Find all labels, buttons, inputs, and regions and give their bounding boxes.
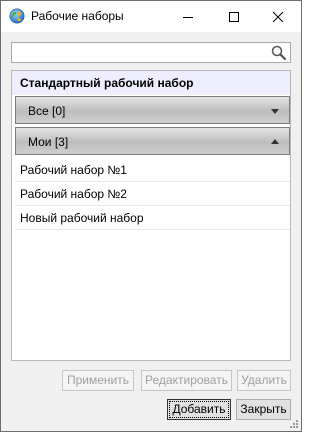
list-item[interactable]: Новый рабочий набор	[15, 206, 290, 230]
group-header-all[interactable]: Все [0]	[15, 96, 290, 124]
group-label-all: Все [0]	[28, 104, 66, 118]
apply-button[interactable]: Применить	[62, 370, 134, 391]
list-item-label: Рабочий набор №1	[20, 163, 127, 177]
edit-button[interactable]: Редактировать	[141, 370, 232, 391]
window-title: Рабочие наборы	[31, 9, 124, 23]
minimize-icon	[183, 16, 193, 18]
search-icon[interactable]	[270, 44, 288, 61]
standard-workset-row[interactable]: Стандартный рабочий набор	[12, 71, 290, 95]
standard-workset-label: Стандартный рабочий набор	[20, 76, 194, 90]
close-icon	[272, 11, 284, 22]
workset-list: Стандартный рабочий набор Все [0] Мои [3…	[11, 70, 291, 361]
list-item-label: Новый рабочий набор	[20, 211, 144, 225]
maximize-icon	[229, 11, 239, 22]
group-label-mine: Мои [3]	[28, 135, 69, 149]
chevron-down-icon	[271, 109, 279, 114]
globe-icon	[9, 8, 25, 24]
title-bar[interactable]: Рабочие наборы	[1, 1, 301, 32]
delete-button[interactable]: Удалить	[237, 370, 291, 391]
list-item[interactable]: Рабочий набор №1	[15, 158, 290, 182]
chevron-up-icon	[271, 139, 279, 144]
maximize-button[interactable]	[211, 1, 257, 32]
close-button[interactable]: Закрыть	[236, 399, 291, 420]
list-item[interactable]: Рабочий набор №2	[15, 182, 290, 206]
add-button[interactable]: Добавить	[167, 399, 231, 420]
close-window-button[interactable]	[255, 1, 301, 32]
group-header-mine[interactable]: Мои [3]	[15, 127, 290, 155]
search-box	[11, 42, 291, 63]
minimize-button[interactable]	[165, 1, 211, 32]
list-item-label: Рабочий набор №2	[20, 187, 127, 201]
search-input[interactable]	[12, 43, 268, 62]
resize-grip-icon[interactable]	[289, 419, 299, 429]
workset-dialog: Рабочие наборы Стандартный рабочий набор…	[0, 0, 302, 432]
